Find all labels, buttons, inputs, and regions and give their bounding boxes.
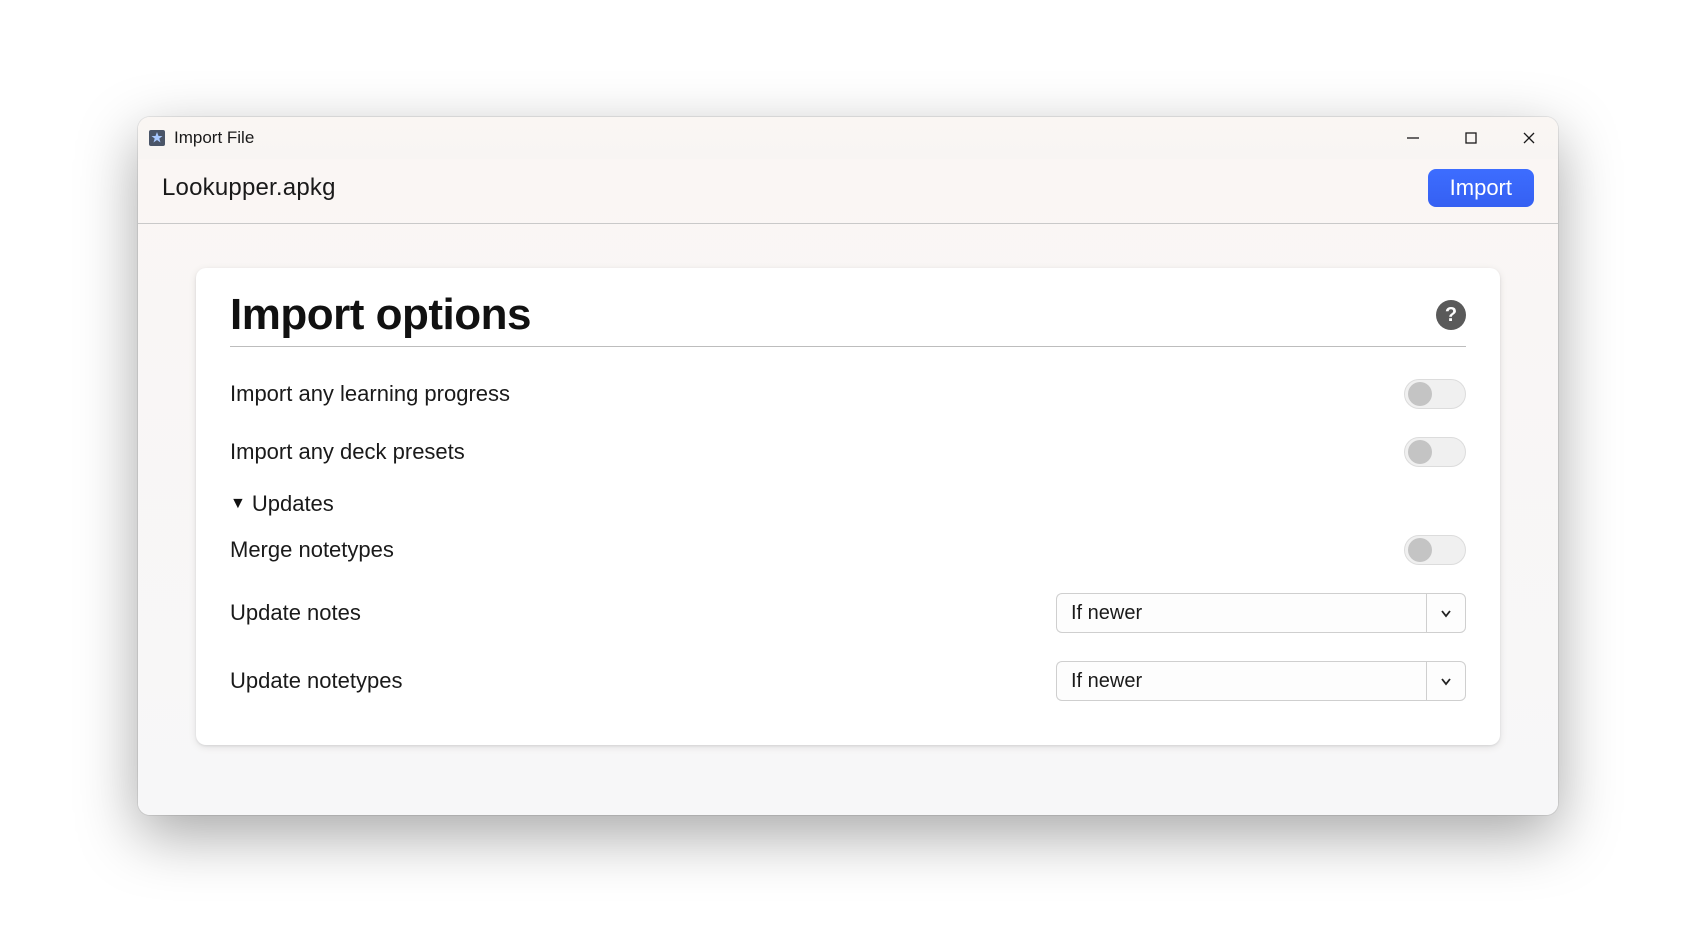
select-update-notes[interactable]: If newer — [1056, 593, 1466, 633]
select-update-notetypes[interactable]: If newer — [1056, 661, 1466, 701]
window-title: Import File — [174, 128, 254, 148]
updates-section-header[interactable]: ▼ Updates — [230, 481, 1466, 521]
option-label: Update notetypes — [230, 668, 402, 694]
import-button[interactable]: Import — [1428, 169, 1534, 207]
close-button[interactable] — [1500, 117, 1558, 159]
window-controls — [1384, 117, 1558, 159]
option-import-deck-presets: Import any deck presets — [230, 423, 1466, 481]
minimize-button[interactable] — [1384, 117, 1442, 159]
option-label: Import any learning progress — [230, 381, 510, 407]
toggle-knob — [1408, 440, 1432, 464]
option-label: Import any deck presets — [230, 439, 465, 465]
toggle-import-deck-presets[interactable] — [1404, 437, 1466, 467]
card-title: Import options — [230, 290, 531, 340]
option-import-learning-progress: Import any learning progress — [230, 365, 1466, 423]
toggle-knob — [1408, 538, 1432, 562]
card-header: Import options ? — [230, 290, 1466, 347]
option-update-notetypes: Update notetypes If newer — [230, 647, 1466, 715]
option-label: Update notes — [230, 600, 361, 626]
chevron-down-icon[interactable] — [1426, 593, 1466, 633]
import-file-window: Import File Lookupper.apkg Import Import… — [138, 117, 1558, 815]
toolbar: Lookupper.apkg Import — [138, 159, 1558, 224]
app-icon — [148, 129, 166, 147]
option-merge-notetypes: Merge notetypes — [230, 521, 1466, 579]
toggle-import-learning-progress[interactable] — [1404, 379, 1466, 409]
titlebar: Import File — [138, 117, 1558, 159]
help-icon[interactable]: ? — [1436, 300, 1466, 330]
maximize-button[interactable] — [1442, 117, 1500, 159]
toggle-knob — [1408, 382, 1432, 406]
chevron-down-icon[interactable] — [1426, 661, 1466, 701]
chevron-down-icon: ▼ — [230, 495, 246, 513]
filename-label: Lookupper.apkg — [162, 174, 336, 202]
section-title: Updates — [252, 491, 334, 517]
option-update-notes: Update notes If newer — [230, 579, 1466, 647]
option-label: Merge notetypes — [230, 537, 394, 563]
content-area: Import options ? Import any learning pro… — [138, 224, 1558, 815]
select-value[interactable]: If newer — [1056, 593, 1426, 633]
import-options-card: Import options ? Import any learning pro… — [196, 268, 1500, 745]
toggle-merge-notetypes[interactable] — [1404, 535, 1466, 565]
select-value[interactable]: If newer — [1056, 661, 1426, 701]
